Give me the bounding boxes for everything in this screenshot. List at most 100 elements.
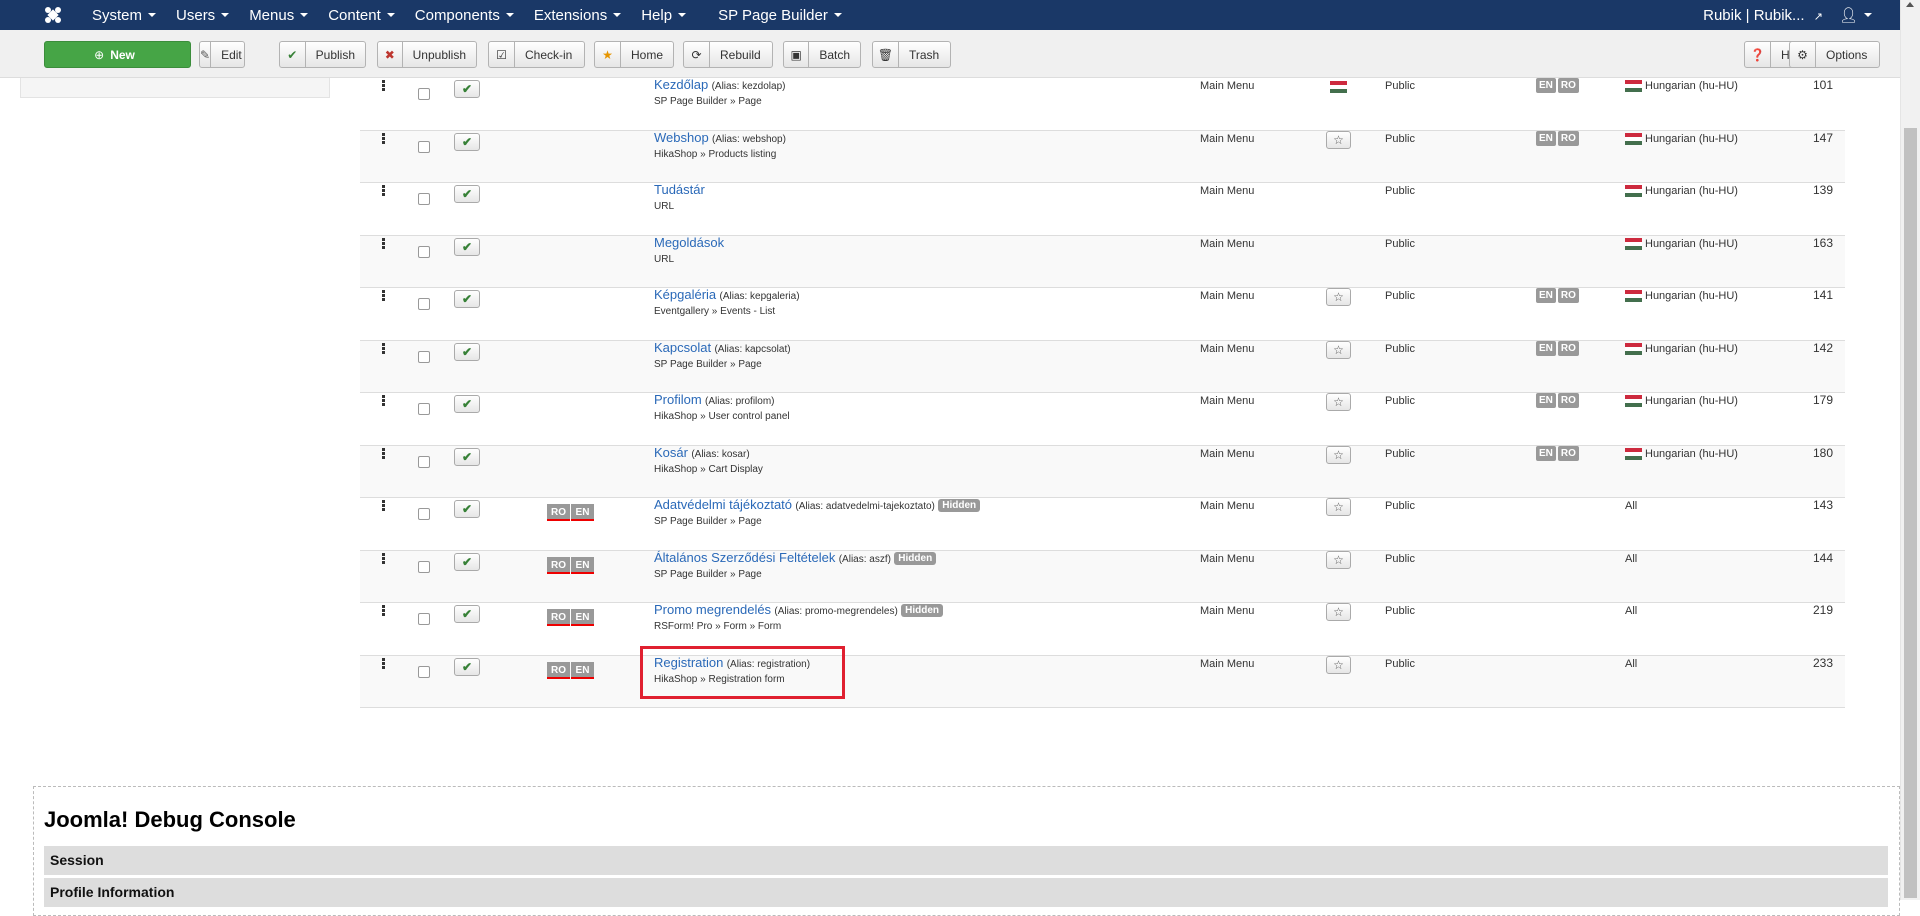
row-checkbox[interactable] xyxy=(418,350,430,363)
language-badge[interactable]: EN xyxy=(1536,340,1556,356)
association-badge[interactable]: RO xyxy=(547,661,570,679)
joomla-logo-icon[interactable] xyxy=(38,0,68,30)
home-button[interactable]: ★ Home xyxy=(594,41,674,68)
item-title-link[interactable]: Webshop xyxy=(654,130,709,145)
language-badge[interactable]: EN xyxy=(1536,393,1556,408)
item-title-link[interactable]: Megoldások xyxy=(654,235,724,250)
home-star-button[interactable]: ☆ xyxy=(1326,498,1351,516)
item-title-link[interactable]: Profilom xyxy=(654,392,702,407)
home-star-button[interactable]: ☆ xyxy=(1326,288,1351,306)
nav-menus[interactable]: Menus xyxy=(239,7,318,24)
language-badge[interactable]: RO xyxy=(1557,393,1579,408)
publish-toggle[interactable]: ✔ xyxy=(454,605,480,623)
row-checkbox[interactable] xyxy=(418,298,430,310)
language-badge[interactable]: EN xyxy=(1536,78,1556,93)
unpublish-button[interactable]: ✖ Unpublish xyxy=(377,41,477,68)
language-badge[interactable]: EN xyxy=(1536,445,1556,461)
home-star-button[interactable]: ☆ xyxy=(1326,603,1351,621)
association-badge[interactable]: RO xyxy=(547,556,570,574)
drag-handle-icon[interactable] xyxy=(382,447,386,460)
debug-profile[interactable]: Profile Information xyxy=(44,878,1888,907)
check-in-button[interactable]: ☑ Check-in xyxy=(488,41,585,68)
language-badge[interactable]: RO xyxy=(1557,340,1579,356)
item-title-link[interactable]: Kosár xyxy=(654,445,688,460)
home-star-button[interactable]: ☆ xyxy=(1326,393,1351,411)
row-checkbox[interactable] xyxy=(418,455,430,468)
association-badge[interactable]: RO xyxy=(547,504,570,521)
row-checkbox[interactable] xyxy=(418,560,430,573)
item-title-link[interactable]: Tudástár xyxy=(654,182,705,197)
item-title-link[interactable]: Promo megrendelés xyxy=(654,602,771,617)
nav-extensions[interactable]: Extensions xyxy=(524,7,631,24)
user-dropdown[interactable]: 👤︎ xyxy=(1831,6,1880,24)
association-badge[interactable]: EN xyxy=(571,609,594,626)
association-badge[interactable]: EN xyxy=(571,504,594,521)
row-checkbox[interactable] xyxy=(418,245,430,258)
home-star-button[interactable]: ☆ xyxy=(1326,655,1351,674)
association-badge[interactable]: EN xyxy=(571,661,594,679)
home-star-button[interactable]: ☆ xyxy=(1326,445,1351,464)
rebuild-button[interactable]: ⟳ Rebuild xyxy=(683,41,773,68)
debug-session[interactable]: Session xyxy=(44,846,1888,875)
language-badge[interactable]: RO xyxy=(1557,445,1579,461)
drag-handle-icon[interactable] xyxy=(382,237,386,250)
item-title-link[interactable]: Kezdőlap xyxy=(654,77,708,92)
row-checkbox[interactable] xyxy=(418,508,430,520)
options-button[interactable]: ⚙ Options xyxy=(1789,41,1880,68)
language-badge[interactable]: RO xyxy=(1557,78,1579,93)
drag-handle-icon[interactable] xyxy=(382,605,386,617)
row-checkbox[interactable] xyxy=(418,193,430,205)
publish-toggle[interactable]: ✔ xyxy=(454,132,480,151)
edit-button[interactable]: ✎ Edit xyxy=(199,41,245,68)
trash-button[interactable]: 🗑︎ Trash xyxy=(872,41,951,68)
publish-toggle[interactable]: ✔ xyxy=(454,80,480,98)
new-button[interactable]: ⊕ New xyxy=(44,41,191,68)
publish-toggle[interactable]: ✔ xyxy=(454,237,480,256)
item-title-link[interactable]: Kapcsolat xyxy=(654,340,711,355)
association-badge[interactable]: EN xyxy=(571,556,594,574)
association-badge[interactable]: RO xyxy=(547,609,570,626)
row-checkbox[interactable] xyxy=(418,88,430,100)
drag-handle-icon[interactable] xyxy=(382,552,386,565)
nav-sp-page-builder[interactable]: SP Page Builder xyxy=(708,7,852,24)
nav-users[interactable]: Users xyxy=(166,7,239,24)
publish-toggle[interactable]: ✔ xyxy=(454,447,480,466)
language-badge[interactable]: EN xyxy=(1536,130,1556,146)
drag-handle-icon[interactable] xyxy=(382,395,386,407)
publish-button[interactable]: ✔ Publish xyxy=(279,41,366,68)
language-badge[interactable]: EN xyxy=(1536,288,1556,303)
publish-toggle[interactable]: ✔ xyxy=(454,185,480,203)
item-title-link[interactable]: Adatvédelmi tájékoztató xyxy=(654,497,792,512)
nav-components[interactable]: Components xyxy=(405,7,524,24)
drag-handle-icon[interactable] xyxy=(382,657,386,670)
publish-toggle[interactable]: ✔ xyxy=(454,500,480,518)
language-badge[interactable]: RO xyxy=(1557,130,1579,146)
scroll-thumb[interactable] xyxy=(1904,128,1917,898)
nav-help[interactable]: Help xyxy=(631,7,696,24)
publish-toggle[interactable]: ✔ xyxy=(454,395,480,413)
row-checkbox[interactable] xyxy=(418,140,430,153)
drag-handle-icon[interactable] xyxy=(382,290,386,302)
scrollbar[interactable] xyxy=(1900,0,1920,900)
drag-handle-icon[interactable] xyxy=(382,132,386,145)
drag-handle-icon[interactable] xyxy=(382,80,386,92)
language-badge[interactable]: RO xyxy=(1557,288,1579,303)
nav-system[interactable]: System xyxy=(82,7,166,24)
home-star-button[interactable]: ☆ xyxy=(1326,550,1351,569)
row-checkbox[interactable] xyxy=(418,403,430,415)
publish-toggle[interactable]: ✔ xyxy=(454,342,480,361)
nav-content[interactable]: Content xyxy=(318,7,405,24)
publish-toggle[interactable]: ✔ xyxy=(454,290,480,308)
home-star-button[interactable]: ☆ xyxy=(1326,340,1351,359)
drag-handle-icon[interactable] xyxy=(382,500,386,512)
item-title-link[interactable]: Képgaléria xyxy=(654,287,716,302)
row-checkbox[interactable] xyxy=(418,665,430,678)
item-title-link[interactable]: Általános Szerződési Feltételek xyxy=(654,550,835,565)
publish-toggle[interactable]: ✔ xyxy=(454,552,480,571)
publish-toggle[interactable]: ✔ xyxy=(454,657,480,676)
row-checkbox[interactable] xyxy=(418,613,430,625)
drag-handle-icon[interactable] xyxy=(382,342,386,355)
drag-handle-icon[interactable] xyxy=(382,185,386,197)
batch-button[interactable]: ▣ Batch xyxy=(783,41,861,68)
home-star-button[interactable]: ☆ xyxy=(1326,130,1351,149)
